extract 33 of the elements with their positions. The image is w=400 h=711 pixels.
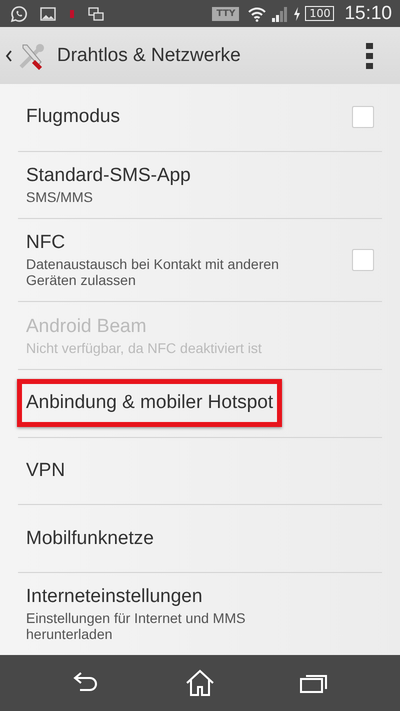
item-title: Standard-SMS-App [26, 165, 191, 187]
clock: 15:10 [344, 2, 392, 24]
settings-item[interactable]: VPN [18, 438, 382, 504]
item-summary: Einstellungen für Internet und MMS herunterladen [26, 610, 246, 642]
back-chevron-icon[interactable] [5, 48, 13, 62]
signal-icon [271, 6, 290, 22]
chat-bubble-icon [10, 4, 28, 22]
screen-title: Drahtlos & Netzwerke [57, 44, 241, 66]
settings-item[interactable]: Interneteinstellungen Einstellungen für Internet und MMS herunterladen [18, 573, 382, 656]
battery-indicator: 100 [305, 6, 334, 21]
tty-indicator: TTY [212, 6, 240, 20]
item-title: NFC [26, 232, 66, 254]
item-title: Mobilfunknetze [26, 528, 154, 550]
settings-item[interactable]: Standard-SMS-App SMS/MMS [18, 152, 382, 218]
notification-icon [68, 8, 76, 20]
recent-apps-icon[interactable] [300, 672, 328, 694]
checkbox[interactable] [352, 249, 374, 272]
overflow-menu-icon[interactable] [366, 42, 374, 68]
checkbox[interactable] [352, 106, 374, 128]
settings-item[interactable]: Flugmodus [18, 84, 382, 151]
item-title: Interneteinstellungen [26, 586, 204, 608]
windows-icon [88, 6, 104, 20]
image-icon [40, 6, 56, 20]
wifi-icon [247, 6, 268, 22]
charging-icon [293, 6, 302, 20]
home-icon[interactable] [184, 669, 215, 697]
item-title: Flugmodus [26, 106, 120, 128]
item-title: Anbindung & mobiler Hotspot [26, 392, 274, 414]
item-title: VPN [26, 460, 66, 482]
settings-item[interactable]: Mobilfunknetze [18, 505, 382, 572]
item-summary: Datenaustausch bei Kontakt mit anderen Geräten zulassen [26, 256, 280, 288]
item-summary: SMS/MMS [26, 189, 94, 205]
settings-item[interactable]: NFC Datenaustausch bei Kontakt mit anderen Geräten zulassen [18, 219, 382, 302]
